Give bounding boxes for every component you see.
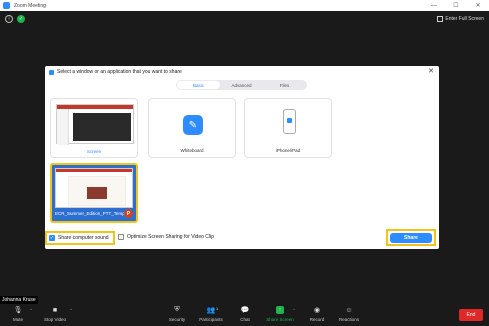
- mute-label: Mute: [12, 317, 23, 322]
- tile-powerpoint-window[interactable]: ECR_Summer_Edition_PTT_Templ... P: [50, 163, 138, 223]
- tab-files[interactable]: Files: [263, 81, 306, 89]
- fullscreen-label: Enter Full Screen: [445, 16, 484, 22]
- participants-icon: 👥: [206, 307, 216, 314]
- participants-button[interactable]: 👥 Participants: [196, 306, 226, 322]
- ppt-slide: [68, 176, 126, 206]
- powerpoint-icon: P: [124, 209, 133, 218]
- meeting-toolbar: 🎙 Mute ^ ■ Stop Video ^ ⛨ Security 👥 Par…: [0, 304, 489, 326]
- tile-powerpoint-label: ECR_Summer_Edition_PTT_Templ...: [55, 211, 125, 216]
- airplay-icon: [287, 118, 292, 123]
- tile-whiteboard-label: Whiteboard: [180, 148, 204, 153]
- maximize-button[interactable]: ☐: [445, 0, 467, 11]
- thumb-slide: [73, 113, 131, 141]
- window-titlebar: Zoom Meeting — ☐ ✕: [0, 0, 489, 11]
- share-screen-button[interactable]: ↑ Share Screen: [265, 306, 295, 322]
- participants-count: 1: [216, 306, 219, 311]
- dialog-close-button[interactable]: ✕: [428, 67, 434, 77]
- chat-button[interactable]: 💬 Chat: [230, 306, 260, 322]
- reactions-icon: ☺: [345, 306, 353, 314]
- ppt-ribbon: [56, 169, 132, 172]
- tile-iphone-ipad[interactable]: iPhone/iPad: [244, 98, 332, 158]
- share-sound-checkbox[interactable]: ✓: [49, 235, 55, 241]
- reactions-label: Reactions: [338, 317, 359, 322]
- ppt-slide-image: [87, 187, 107, 199]
- mute-button[interactable]: 🎙 Mute: [3, 306, 33, 322]
- participant-name: Johanna Kruse: [0, 296, 38, 304]
- fullscreen-button[interactable]: Enter Full Screen: [437, 16, 484, 22]
- chat-icon: 💬: [240, 307, 250, 314]
- screen-preview: [56, 104, 134, 145]
- window-title: Zoom Meeting: [14, 2, 46, 9]
- tab-basic[interactable]: Basic: [177, 81, 220, 89]
- share-tabs: Basic Advanced Files: [176, 80, 307, 90]
- powerpoint-preview: [55, 168, 133, 208]
- security-shield-icon: ⛨: [174, 306, 180, 313]
- participants-label: Participants: [199, 317, 223, 322]
- share-button-highlight: Share: [386, 229, 436, 246]
- fullscreen-icon: [437, 16, 444, 22]
- optimize-video-option[interactable]: Optimize Screen Sharing for Video Clip: [118, 234, 214, 240]
- video-options-caret[interactable]: ^: [70, 307, 72, 312]
- tile-whiteboard[interactable]: ✎ Whiteboard: [148, 98, 236, 158]
- share-screen-icon: ↑: [276, 306, 284, 314]
- optimize-label: Optimize Screen Sharing for Video Clip: [127, 234, 214, 240]
- share-dialog: Select a window or an application that y…: [45, 66, 439, 249]
- record-button[interactable]: ◉ Record: [302, 306, 332, 322]
- share-options-caret[interactable]: ^: [293, 307, 295, 312]
- dialog-header: Select a window or an application that y…: [45, 66, 439, 78]
- zoom-app-icon: [3, 2, 10, 9]
- tile-screen-label: Screen: [86, 149, 102, 154]
- minimize-button[interactable]: —: [423, 0, 445, 11]
- stop-video-label: Stop Video: [44, 317, 66, 322]
- security-label: Security: [168, 317, 186, 322]
- video-camera-icon: ■: [52, 306, 58, 314]
- stop-video-button[interactable]: ■ Stop Video: [40, 306, 70, 323]
- chat-label: Chat: [240, 317, 250, 322]
- phone-icon: [283, 109, 296, 134]
- shield-icon[interactable]: ✓: [17, 15, 25, 23]
- pencil-icon: ✎: [183, 115, 203, 135]
- thumb-sidebar: [57, 109, 69, 145]
- tile-screen[interactable]: Screen: [50, 98, 138, 158]
- share-sound-label: Share computer sound: [58, 235, 109, 241]
- dialog-title: Select a window or an application that y…: [57, 69, 182, 75]
- tab-advanced[interactable]: Advanced: [220, 81, 263, 89]
- share-button[interactable]: Share: [390, 232, 432, 243]
- record-label: Record: [309, 317, 325, 322]
- info-icon[interactable]: i: [5, 15, 13, 23]
- optimize-checkbox[interactable]: [118, 234, 124, 240]
- reactions-button[interactable]: ☺ Reactions: [334, 306, 364, 323]
- zoom-dialog-icon: [49, 69, 54, 75]
- audio-options-caret[interactable]: ^: [30, 307, 32, 312]
- close-window-button[interactable]: ✕: [467, 0, 489, 11]
- security-button[interactable]: ⛨ Security: [162, 306, 192, 322]
- share-screen-label: Share Screen: [266, 317, 294, 322]
- record-icon: ◉: [313, 307, 321, 314]
- tile-iphone-label: iPhone/iPad: [275, 148, 301, 153]
- share-sound-option[interactable]: ✓ Share computer sound: [45, 231, 115, 245]
- end-meeting-button[interactable]: End: [459, 309, 483, 321]
- microphone-icon: 🎙: [13, 307, 23, 314]
